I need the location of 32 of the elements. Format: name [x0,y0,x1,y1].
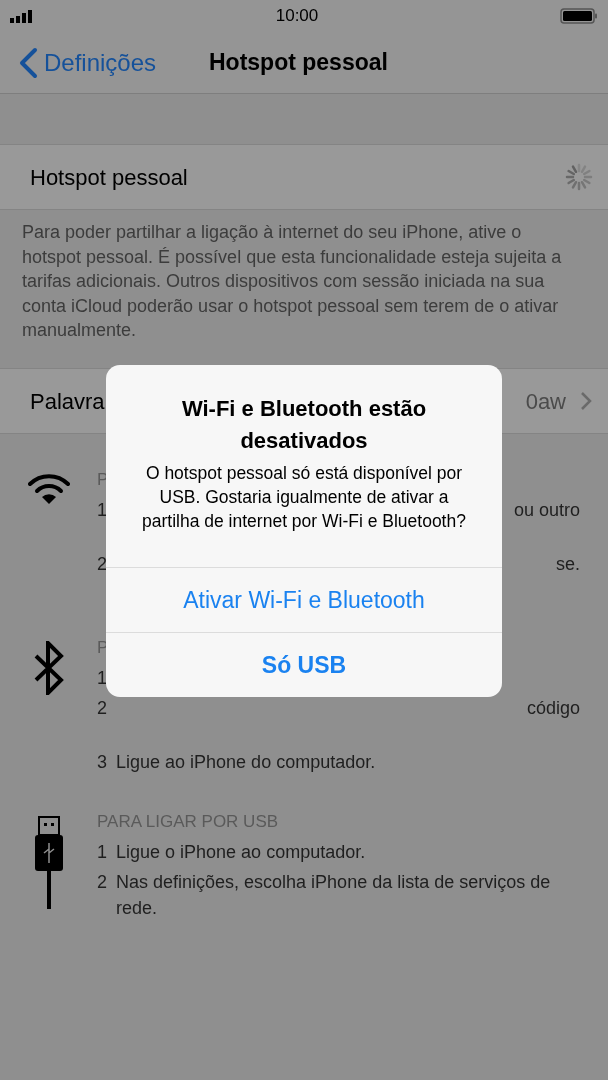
step-text: se. [556,553,580,576]
spinner-icon [564,162,594,192]
step-text: Ligue ao iPhone do computador. [116,751,376,774]
step-number: 1 [97,667,108,690]
step-text: ou outro [513,499,580,522]
step-number: 2 [97,871,108,894]
chevron-right-icon [580,391,592,411]
step-text: Nas definições, escolha iPhone da lista de serviços de rede. [116,871,552,920]
signal-icon [10,9,34,23]
step-number: 2 [97,697,108,720]
usb-cable-icon [33,815,64,911]
alert-message: O hotspot pessoal só está disponível por USB. Gostaria igualmente de ativar a partilha de internet por Wi-Fi e Bluetooth? [141,462,467,533]
password-label: Palavra [30,387,105,416]
wifi-icon [27,473,70,505]
back-button[interactable]: Definições [0,44,157,81]
bluetooth-icon [32,641,65,695]
back-chevron-icon [18,46,38,79]
status-time: 10:00 [275,5,319,28]
step-number: 3 [97,751,108,774]
step-number: 2 [97,553,108,576]
description-text: Para poder partilhar a ligação à internet do seu iPhone, ative o hotspot pessoal. É possível que esta funcionalidade esteja sujeita a tarifas adicionais. Outros dispositivos com sessão iniciada na sua conta iCloud poderão usar o hotspot pessoal sem terem de o ativar manualmente. [21,221,563,342]
hotspot-row[interactable]: Hotspot pessoal [0,144,608,210]
alert-button[interactable]: Só USB [106,632,502,697]
step-text: Ligue o iPhone ao computador. [116,841,366,864]
step-number: 1 [97,841,108,864]
alert-title: Wi-Fi e Bluetooth estão desativados [180,395,428,455]
step-number: 1 [97,499,108,522]
alert-button[interactable]: Ativar Wi-Fi e Bluetooth [106,567,502,632]
battery-icon [560,8,598,24]
screen-title: Hotspot pessoal [209,48,388,78]
password-value: 0aw [525,387,566,416]
step-text: código [526,697,580,720]
